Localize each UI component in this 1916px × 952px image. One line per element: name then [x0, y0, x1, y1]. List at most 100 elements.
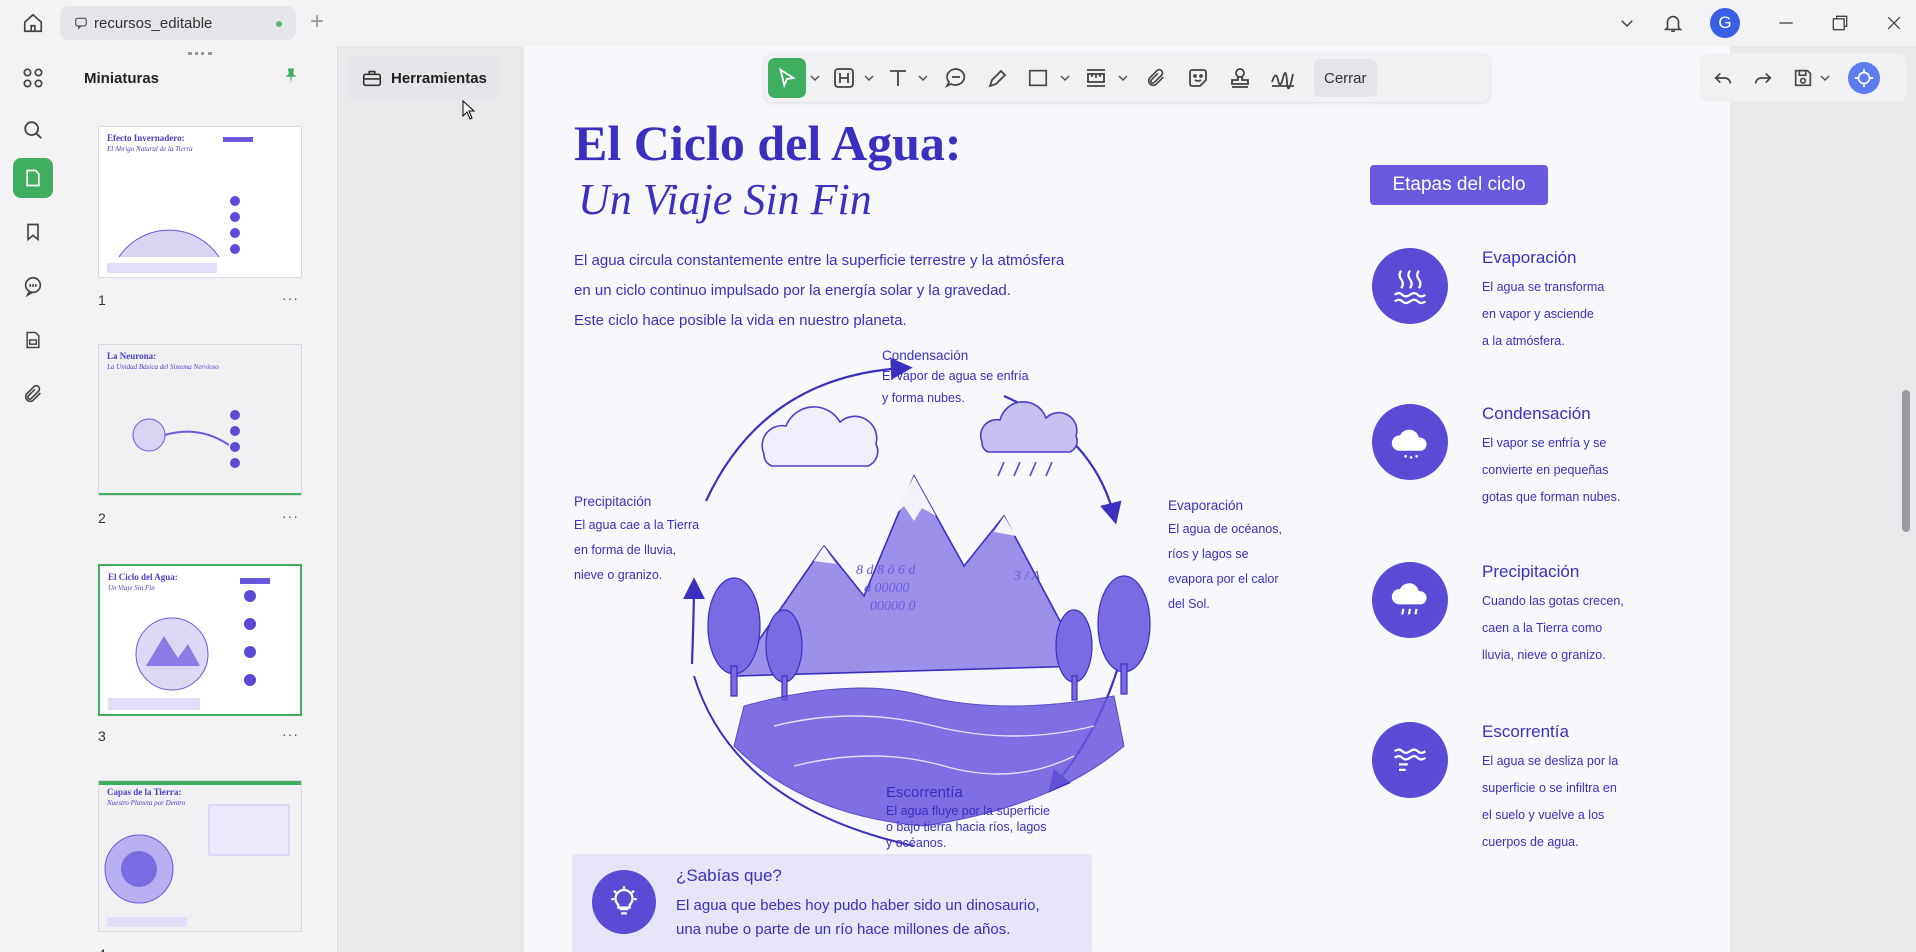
toolbox-icon: [361, 67, 383, 89]
page-thumbnail-4[interactable]: Capas de la Tierra: Nuestro Planeta por …: [98, 780, 302, 932]
lightbulb-icon: [592, 870, 656, 934]
cloud-text: d 00000: [864, 581, 910, 596]
drag-handle[interactable]: [188, 52, 212, 56]
thumb-number: 1: [98, 292, 106, 308]
intro-text: El agua circula constantemente entre la …: [574, 246, 1094, 336]
chevron-down-icon[interactable]: [916, 73, 930, 83]
ruler-icon: [1087, 69, 1105, 87]
signature-tool[interactable]: [1262, 58, 1304, 98]
form-button[interactable]: [13, 320, 53, 360]
thumbnails-button[interactable]: [13, 158, 53, 198]
history-toolbar: [1700, 54, 1906, 102]
page-thumbnail-2[interactable]: La Neurona: La Unidad Básica del Sistema…: [98, 344, 302, 496]
undo-icon[interactable]: [1712, 67, 1734, 89]
pin-icon[interactable]: [282, 66, 300, 91]
page-icon: [26, 169, 40, 187]
document-tab[interactable]: recursos_editable: [60, 6, 296, 40]
redo-icon[interactable]: [1752, 67, 1774, 89]
mouse-cursor-icon: [462, 99, 476, 125]
thumb-more-button[interactable]: ···: [282, 508, 299, 524]
stamp-tool[interactable]: [1220, 58, 1260, 98]
comment-tool[interactable]: [936, 58, 976, 98]
text-tool[interactable]: [882, 58, 914, 98]
page-title: El Ciclo del Agua:: [574, 115, 962, 171]
page-thumbnail-1[interactable]: Efecto Invernadero: El Abrigo Natural de…: [98, 126, 302, 278]
stage-title: Evaporación: [1482, 248, 1577, 267]
ai-assistant-icon[interactable]: [1848, 62, 1880, 94]
thumb-number: 4: [98, 946, 106, 952]
search-button[interactable]: [13, 110, 53, 150]
left-rail: [0, 46, 66, 952]
avatar[interactable]: G: [1710, 8, 1740, 38]
minimize-icon[interactable]: [1776, 13, 1796, 33]
attachments-button[interactable]: [13, 374, 53, 414]
highlight-tool[interactable]: [828, 58, 860, 98]
pen-icon: [988, 69, 1007, 88]
page-subtitle: Un Viaje Sin Fin: [578, 175, 872, 224]
steam-icon: [1372, 248, 1448, 324]
grid-icon: [23, 68, 43, 88]
comment-icon: [24, 276, 42, 297]
paperclip-icon: [1147, 68, 1164, 87]
pen-tool[interactable]: [978, 58, 1018, 98]
vertical-scrollbar[interactable]: [1902, 390, 1910, 532]
chevron-down-icon[interactable]: [1820, 73, 1830, 83]
attach-tool[interactable]: [1136, 58, 1176, 98]
cloud-icon: [1372, 404, 1448, 480]
restore-icon[interactable]: [1830, 13, 1850, 33]
signature-icon: [1271, 72, 1294, 90]
cloud-text: 00000 0: [870, 599, 916, 614]
apps-button[interactable]: [13, 58, 53, 98]
home-button[interactable]: [18, 10, 48, 36]
thumbnails-panel: Miniaturas Efecto Invernadero: El Abrigo…: [66, 46, 338, 952]
tools-label: Herramientas: [391, 69, 487, 87]
tools-button[interactable]: Herramientas: [347, 55, 499, 101]
sticker-tool[interactable]: [1178, 58, 1218, 98]
close-icon[interactable]: [1884, 13, 1904, 33]
shape-tool[interactable]: [1020, 58, 1056, 98]
comments-button[interactable]: [13, 266, 53, 306]
text-icon: [890, 70, 906, 86]
did-you-know-body: El agua que bebes hoy pudo haber sido un…: [676, 897, 1040, 938]
stage-body: Cuando las gotas crecen, caen a la Tierr…: [1482, 594, 1624, 662]
stage-title: Escorrentía: [1482, 722, 1569, 741]
sticker-icon: [1189, 69, 1207, 87]
intro-line: El agua circula constantemente entre la …: [574, 252, 1065, 269]
stage-body: El vapor se enfría y se convierte en peq…: [1482, 436, 1621, 504]
thumb-more-button[interactable]: ···: [282, 290, 299, 306]
bell-icon[interactable]: [1662, 12, 1684, 34]
new-tab-button[interactable]: +: [310, 8, 324, 36]
water-waves-icon: [1372, 722, 1448, 798]
document-icon: [26, 331, 40, 349]
thumb-number: 3: [98, 728, 106, 744]
chat-icon: [74, 16, 88, 30]
chevron-down-icon[interactable]: [862, 73, 876, 83]
measure-tool[interactable]: [1078, 58, 1114, 98]
select-tool[interactable]: [768, 58, 806, 98]
paperclip-icon: [24, 384, 41, 403]
stage-body: El agua se transforma en vapor y asciend…: [1482, 280, 1605, 348]
stages-header: Etapas del ciclo: [1370, 165, 1548, 205]
save-icon[interactable]: [1792, 67, 1814, 89]
page-thumbnail-3[interactable]: El Ciclo del Agua: Un Viaje Sin Fin: [98, 564, 302, 716]
label-precipitacion: Precipitación El agua cae a la Tierra en…: [574, 494, 700, 582]
thumb-more-button[interactable]: ···: [282, 726, 299, 742]
did-you-know-box: ¿Sabías que? El agua que bebes hoy pudo …: [572, 854, 1092, 952]
document-page: El Ciclo del Agua: Un Viaje Sin Fin El a…: [524, 46, 1730, 952]
chevron-down-icon[interactable]: [808, 73, 822, 83]
unsaved-dot: [276, 21, 282, 27]
chevron-down-icon[interactable]: [1116, 73, 1130, 83]
comment-icon: [944, 68, 966, 89]
close-toolbar-button[interactable]: Cerrar: [1314, 59, 1377, 97]
title-bar: recursos_editable + G: [0, 0, 1916, 46]
label-condensacion: Condensación El vapor de agua se enfría …: [882, 348, 1029, 405]
rain-cloud-icon: [1372, 562, 1448, 638]
chevron-down-icon[interactable]: [1058, 73, 1072, 83]
bookmarks-button[interactable]: [13, 212, 53, 252]
annotation-toolbar: Cerrar: [764, 54, 1490, 102]
chevron-down-icon[interactable]: [1618, 14, 1636, 32]
stamp-icon: [1231, 68, 1249, 88]
search-icon: [24, 121, 42, 139]
cloud-text: 8 d 8 ö 6 d: [856, 563, 917, 578]
bookmark-icon: [27, 223, 39, 242]
